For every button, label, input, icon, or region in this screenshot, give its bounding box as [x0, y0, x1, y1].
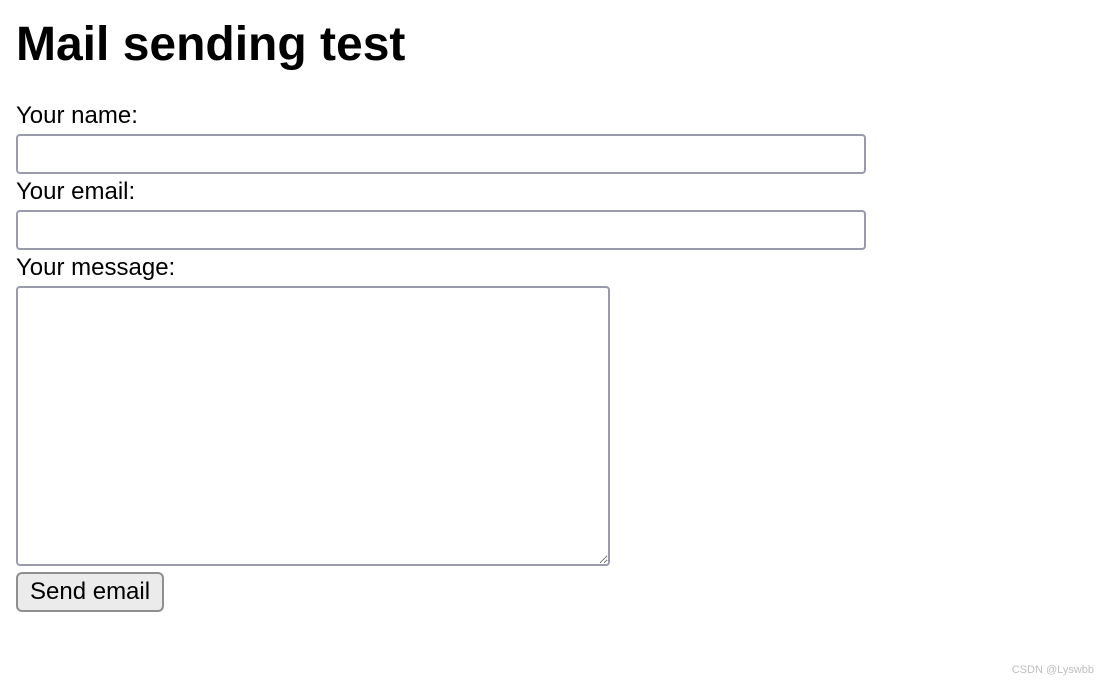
watermark: CSDN @Lyswbb: [1012, 664, 1094, 676]
email-input[interactable]: [16, 210, 866, 250]
page-title: Mail sending test: [16, 16, 1090, 74]
message-label: Your message:: [16, 254, 1090, 282]
name-label: Your name:: [16, 102, 1090, 130]
message-textarea[interactable]: [16, 286, 610, 566]
send-email-button[interactable]: Send email: [16, 572, 164, 612]
email-label: Your email:: [16, 178, 1090, 206]
mail-form: Your name: Your email: Your message: Sen…: [16, 102, 1090, 612]
name-input[interactable]: [16, 134, 866, 174]
